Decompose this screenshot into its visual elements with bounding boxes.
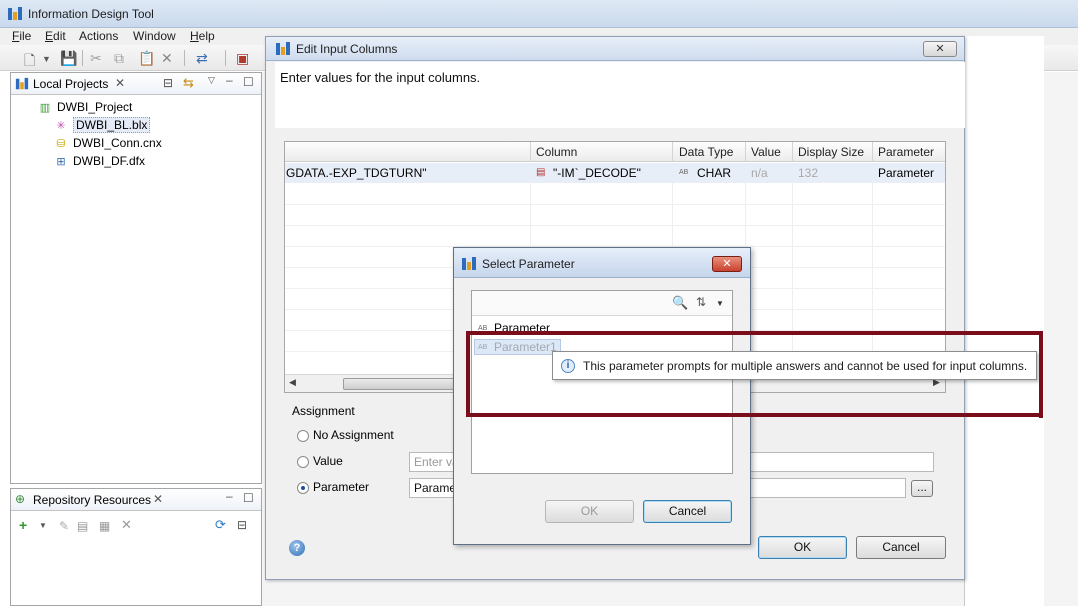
query-icon[interactable]: ▣ <box>236 50 249 67</box>
ok-button[interactable]: OK <box>758 536 847 559</box>
help-icon[interactable]: ? <box>289 540 305 556</box>
cancel-button[interactable]: Cancel <box>856 536 946 559</box>
repository-icon: ⊕ <box>15 492 26 506</box>
dialog-logo-icon <box>276 42 290 55</box>
minimize-icon[interactable]: – <box>226 73 233 87</box>
select-ok-button[interactable]: OK <box>545 500 634 523</box>
edit-icon[interactable]: ✎ <box>59 519 69 533</box>
cell-parameter: Parameter <box>878 166 935 180</box>
dialog-logo-icon <box>462 257 476 270</box>
browse-parameter-button[interactable]: ... <box>911 480 933 497</box>
data-foundation-icon: ⊞ <box>56 156 66 168</box>
value-radio[interactable] <box>297 456 309 468</box>
table-row[interactable]: GDATA.-EXP_TDGTURN" ▤ "-IM`_DECODE" AB C… <box>285 163 945 183</box>
collapse-icon[interactable]: ⊟ <box>237 518 247 532</box>
connection-icon: ⛁ <box>56 138 66 150</box>
cell-display-size: 132 <box>798 166 819 180</box>
refresh-icon[interactable]: ⟳ <box>215 517 226 533</box>
cell-column: "-IM`_DECODE" <box>553 166 641 180</box>
close-icon[interactable]: ✕ <box>115 76 125 90</box>
select-cancel-button[interactable]: Cancel <box>643 500 732 523</box>
delete-icon[interactable]: ✕ <box>161 50 173 67</box>
parameter-label[interactable]: Parameter <box>313 480 369 494</box>
header-column[interactable]: Column <box>536 145 577 159</box>
repository-tab-label: Repository Resources <box>33 493 152 507</box>
add-session-icon[interactable]: + <box>19 517 27 533</box>
menu-edit[interactable]: Edit <box>45 29 66 43</box>
view-menu-icon[interactable]: ▽ <box>208 75 215 86</box>
paste-icon[interactable]: 📋 <box>138 50 155 67</box>
annotation-highlight-edge <box>1039 372 1043 418</box>
link-editor-icon[interactable]: ⇆ <box>183 75 194 91</box>
list-toolbar: 🔍 ⇅ ▼ <box>472 291 732 316</box>
column-icon: ▤ <box>536 167 546 178</box>
parameter-radio[interactable] <box>297 482 309 494</box>
cell-table: GDATA.-EXP_TDGTURN" <box>286 166 427 180</box>
local-projects-tab[interactable]: Local Projects ✕ ⊟ ⇆ ▽ – ☐ <box>11 73 261 95</box>
minimize-icon[interactable]: – <box>226 489 233 503</box>
assignment-label: Assignment <box>292 404 355 418</box>
header-data-type[interactable]: Data Type <box>679 145 733 159</box>
publish-icon[interactable]: ⇄ <box>196 50 208 67</box>
local-projects-icon <box>15 77 29 90</box>
folder-icon[interactable]: ▤ <box>77 519 88 533</box>
remove-icon[interactable]: ✕ <box>121 517 132 533</box>
dialog-header: Enter values for the input columns. <box>275 62 965 128</box>
menu-help[interactable]: Help <box>190 29 215 43</box>
app-titlebar: Information Design Tool <box>0 0 1078 28</box>
save-icon[interactable]: 💾 <box>60 50 77 67</box>
chevron-down-icon[interactable]: ▼ <box>716 299 724 308</box>
header-parameter[interactable]: Parameter <box>878 145 934 159</box>
session-icon[interactable]: ▦ <box>99 519 110 533</box>
close-icon[interactable]: ✕ <box>153 492 163 506</box>
select-parameter-titlebar[interactable]: Select Parameter ✕ <box>454 248 750 278</box>
cell-type-badge: AB <box>679 169 689 176</box>
no-assignment-label[interactable]: No Assignment <box>313 428 394 442</box>
cut-icon[interactable]: ✂ <box>90 50 102 67</box>
menu-window[interactable]: Window <box>133 29 176 43</box>
tree-project[interactable]: ▥ DWBI_Project <box>37 100 133 114</box>
dialog-message: Enter values for the input columns. <box>280 70 481 85</box>
header-display-size[interactable]: Display Size <box>798 145 864 159</box>
annotation-highlight-box <box>466 331 1043 417</box>
right-editor-area <box>964 36 1044 606</box>
project-icon: ▥ <box>39 102 51 114</box>
sort-icon[interactable]: ⇅ <box>696 295 706 309</box>
no-assignment-radio[interactable] <box>297 430 309 442</box>
dialog-titlebar[interactable]: Edit Input Columns ✕ <box>266 37 964 61</box>
tree-file-dfx[interactable]: ⊞ DWBI_DF.dfx <box>53 154 145 168</box>
table-header: Column Data Type Value Display Size Para… <box>285 142 945 162</box>
local-projects-panel: Local Projects ✕ ⊟ ⇆ ▽ – ☐ ▥ DWBI_Project… <box>10 72 262 484</box>
tree-file-cnx[interactable]: ⛁ DWBI_Conn.cnx <box>53 136 161 150</box>
header-value[interactable]: Value <box>751 145 781 159</box>
maximize-icon[interactable]: ☐ <box>243 491 254 505</box>
repository-tab[interactable]: ⊕ Repository Resources ✕ – ☐ <box>11 489 261 511</box>
collapse-all-icon[interactable]: ⊟ <box>163 76 173 90</box>
app-logo-icon <box>8 7 22 20</box>
close-icon[interactable]: ✕ <box>712 256 742 272</box>
value-label[interactable]: Value <box>313 454 343 468</box>
business-layer-icon: ✳ <box>56 120 66 132</box>
new-file-icon[interactable]: 🗋 <box>24 50 35 74</box>
cell-data-type: CHAR <box>697 166 732 180</box>
menu-file[interactable]: File <box>12 29 31 43</box>
copy-icon[interactable]: ⧉ <box>114 50 124 67</box>
scroll-left-icon[interactable]: ◀ <box>289 377 296 388</box>
cell-value: n/a <box>751 166 768 180</box>
dialog-title: Edit Input Columns <box>296 42 398 56</box>
select-parameter-title: Select Parameter <box>482 257 575 271</box>
app-title: Information Design Tool <box>28 7 154 21</box>
new-dropdown-icon[interactable]: ▼ <box>42 54 51 64</box>
close-icon[interactable]: ✕ <box>923 41 957 57</box>
add-dropdown-icon[interactable]: ▼ <box>39 521 47 530</box>
local-projects-tab-label: Local Projects <box>33 77 109 91</box>
repository-panel: ⊕ Repository Resources ✕ – ☐ + ▼ ✎ ▤ ▦ ✕… <box>10 488 262 606</box>
search-icon[interactable]: 🔍 <box>672 295 688 311</box>
tree-file-blx[interactable]: ✳ DWBI_BL.blx <box>53 117 151 133</box>
maximize-icon[interactable]: ☐ <box>243 75 254 89</box>
menu-actions[interactable]: Actions <box>79 29 118 43</box>
